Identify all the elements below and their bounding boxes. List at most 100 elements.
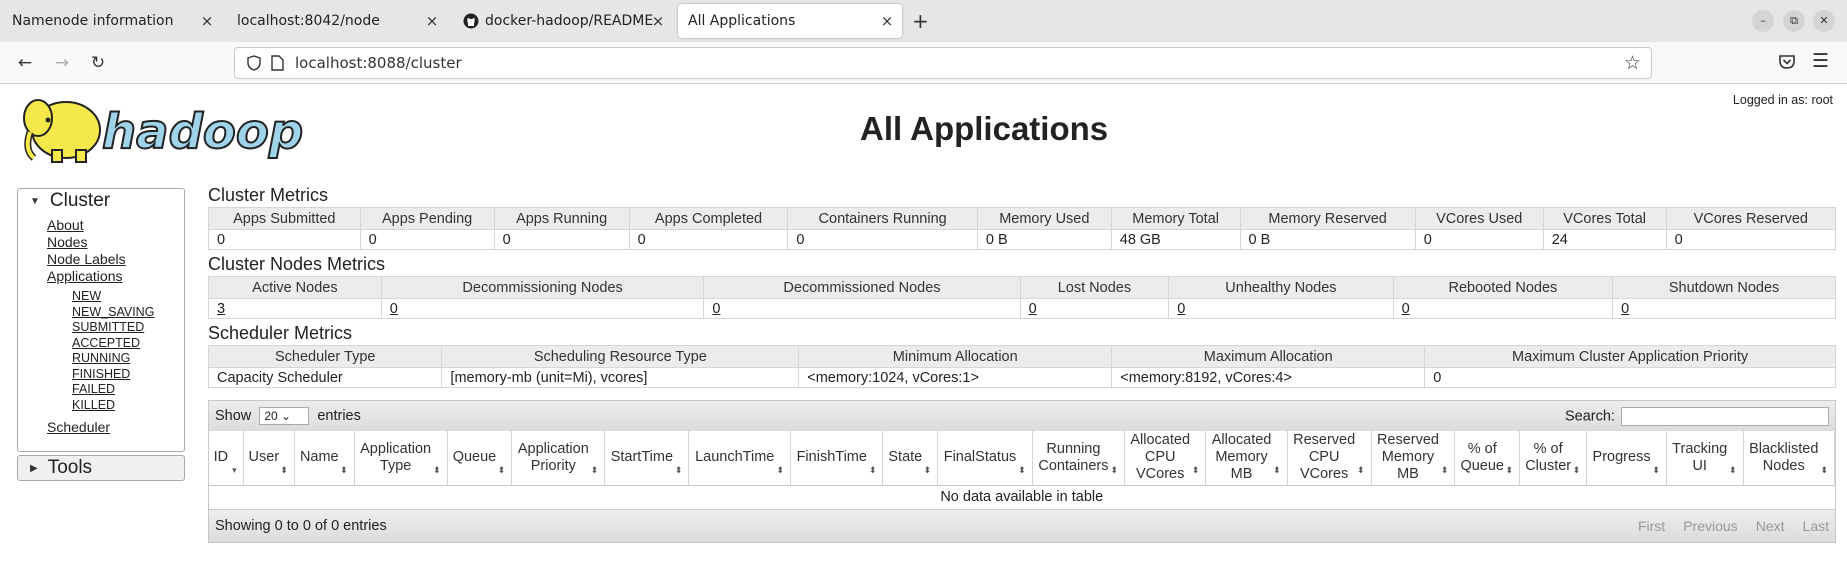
pager-last-button[interactable]: Last — [1803, 518, 1829, 534]
metric-value-link[interactable]: 0 — [1029, 301, 1037, 317]
hamburger-menu-icon[interactable]: ☰ — [1812, 50, 1829, 72]
column-header-label: Blacklisted — [1749, 440, 1819, 457]
metric-header: VCores Used — [1414, 207, 1544, 230]
close-icon[interactable]: × — [198, 12, 216, 30]
metric-header: Scheduler Type — [207, 345, 443, 368]
sidebar-item-node-labels[interactable]: Node Labels — [47, 251, 126, 267]
column-header[interactable]: StartTime ⬍ — [604, 431, 690, 486]
minimize-button[interactable]: – — [1752, 10, 1774, 32]
sidebar-item-nodes[interactable]: Nodes — [47, 234, 87, 250]
column-header[interactable]: Tracking UI ⬍ — [1666, 431, 1744, 486]
back-button[interactable]: ← — [13, 51, 37, 75]
sidebar-item-scheduler[interactable]: Scheduler — [47, 419, 110, 435]
pocket-icon[interactable] — [1778, 53, 1796, 71]
tab-all-applications[interactable]: All Applications × — [678, 4, 902, 38]
sidebar-state-new-saving[interactable]: NEW_SAVING — [72, 305, 154, 319]
sort-icon: ⬍ — [1820, 464, 1828, 475]
column-header[interactable]: Reserved CPU VCores ⬍ — [1287, 431, 1372, 486]
column-header-label: Reserved — [1376, 432, 1439, 449]
sidebar-state-running[interactable]: RUNNING — [72, 351, 130, 365]
column-header[interactable]: FinalStatus ⬍ — [937, 431, 1033, 486]
logo-wordmark: hadoop — [102, 104, 303, 160]
search-input[interactable] — [1621, 406, 1829, 426]
sidebar-state-finished[interactable]: FINISHED — [72, 367, 130, 381]
close-window-button[interactable]: ✕ — [1813, 10, 1835, 32]
column-header[interactable]: Running Containers ⬍ — [1032, 431, 1126, 486]
pager-next-button[interactable]: Next — [1756, 518, 1785, 534]
column-header[interactable]: Blacklisted Nodes ⬍ — [1743, 431, 1835, 486]
metric-value-link[interactable]: 0 — [1621, 301, 1629, 317]
column-header-label: Cluster — [1525, 457, 1572, 474]
column-header[interactable]: Application Type ⬍ — [354, 431, 448, 486]
close-icon[interactable]: × — [423, 12, 441, 30]
metric-header: Apps Running — [493, 207, 630, 230]
column-header[interactable]: Allocated Memory MB ⬍ — [1205, 431, 1288, 486]
sort-icon: ⬍ — [1273, 464, 1281, 475]
column-header[interactable]: % of Queue ⬍ — [1454, 431, 1521, 486]
column-header[interactable]: Application Priority ⬍ — [511, 431, 606, 486]
column-header[interactable]: Reserved Memory MB ⬍ — [1371, 431, 1456, 486]
pager-first-button[interactable]: First — [1638, 518, 1665, 534]
column-header-label: Tracking — [1672, 440, 1728, 457]
column-header-label: CPU — [1144, 449, 1176, 466]
sidebar-cluster-header[interactable]: ▼ Cluster — [18, 189, 184, 213]
close-icon[interactable]: × — [878, 12, 896, 30]
sidebar-tools-section[interactable]: ▶ Tools — [17, 455, 185, 481]
bookmark-star-icon[interactable]: ☆ — [1624, 52, 1641, 74]
pager-previous-button[interactable]: Previous — [1683, 518, 1737, 534]
column-header[interactable]: LaunchTime ⬍ — [688, 431, 792, 486]
page-icon[interactable] — [271, 55, 284, 71]
metric-value-link[interactable]: 0 — [1177, 301, 1185, 317]
url-text[interactable]: localhost:8088/cluster — [295, 54, 462, 72]
metric-value: Capacity Scheduler — [207, 367, 443, 388]
column-header[interactable]: State ⬍ — [882, 431, 939, 486]
new-tab-button[interactable]: + — [912, 9, 929, 33]
metric-value-link[interactable]: 0 — [390, 301, 398, 317]
close-icon[interactable]: × — [649, 12, 667, 30]
column-header[interactable]: User ⬍ — [243, 431, 295, 486]
forward-button[interactable]: → — [50, 51, 74, 75]
column-header[interactable]: Progress ⬍ — [1586, 431, 1667, 486]
metric-value-link[interactable]: 0 — [1402, 301, 1410, 317]
sort-icon: ⬍ — [1110, 464, 1119, 475]
column-header-label: VCores — [1299, 466, 1349, 483]
tab-node[interactable]: localhost:8042/node × — [225, 4, 447, 38]
metric-value: 0 — [1424, 367, 1836, 388]
column-header[interactable]: Queue ⬍ — [447, 431, 513, 486]
metric-value: 3 — [208, 298, 382, 319]
column-header-label: Application — [517, 440, 589, 457]
reload-button[interactable]: ↻ — [86, 51, 110, 75]
page-size-control: Show 20 ⌄ entries — [215, 407, 361, 425]
column-header-label: Application — [360, 440, 432, 457]
sidebar-state-accepted[interactable]: ACCEPTED — [72, 336, 140, 350]
sidebar-state-new[interactable]: NEW — [72, 289, 101, 303]
sidebar-tools-header[interactable]: ▶ Tools — [18, 456, 184, 480]
column-header[interactable]: % of Cluster ⬍ — [1519, 431, 1588, 486]
tab-readme[interactable]: docker-hadoop/README × — [451, 4, 673, 38]
restore-button[interactable]: ⧉ — [1783, 10, 1805, 32]
column-header[interactable]: Allocated CPU VCores ⬍ — [1124, 431, 1207, 486]
address-bar[interactable]: localhost:8088/cluster ☆ — [234, 47, 1652, 79]
metric-value: 0 — [1392, 298, 1614, 319]
hadoop-logo: hadoop — [23, 99, 304, 163]
metric-value: 0 — [628, 229, 789, 250]
column-header-label: UI — [1692, 457, 1707, 474]
node-metrics-table: Active Nodes Decommissioning Nodes Decommi… — [208, 276, 1836, 319]
column-header[interactable]: ID ▾ — [209, 431, 244, 486]
shield-icon[interactable] — [247, 55, 261, 71]
sidebar-state-failed[interactable]: FAILED — [72, 382, 115, 396]
sidebar-state-submitted[interactable]: SUBMITTED — [72, 320, 144, 334]
sidebar-state-killed[interactable]: KILLED — [72, 398, 115, 412]
caret-right-icon: ▶ — [30, 462, 38, 474]
metric-value-link[interactable]: 0 — [712, 301, 720, 317]
tab-namenode[interactable]: Namenode information × — [0, 4, 222, 38]
metric-value-link[interactable]: 3 — [217, 301, 225, 317]
column-header[interactable]: FinishTime ⬍ — [790, 431, 884, 486]
column-header-label: Name — [299, 449, 339, 466]
sidebar-item-applications[interactable]: Applications — [47, 268, 123, 284]
sidebar-item-about[interactable]: About — [47, 217, 84, 233]
page-size-select[interactable]: 20 ⌄ — [259, 407, 310, 425]
column-header[interactable]: Name ⬍ — [294, 431, 355, 486]
sort-icon: ⬍ — [674, 464, 683, 475]
column-header-label: StartTime — [610, 449, 674, 466]
